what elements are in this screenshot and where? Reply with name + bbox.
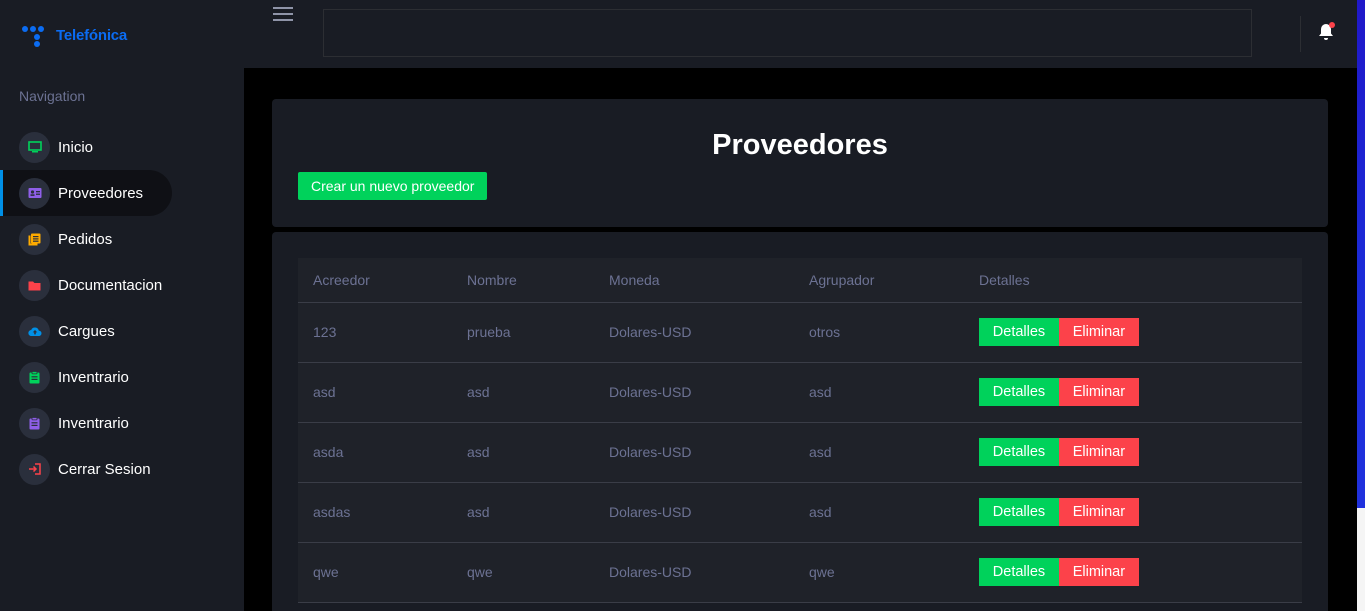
sidebar-item-label: Inicio — [58, 138, 94, 156]
sidebar-item-proveedores[interactable]: Proveedores — [0, 170, 172, 216]
sidebar-item-label: Proveedores — [58, 184, 144, 202]
cell-nombre: asd — [452, 422, 594, 483]
sidebar-item-label: Cerrar Sesion — [58, 460, 151, 478]
providers-table: Acreedor Nombre Moneda Agrupador Detalle… — [298, 258, 1302, 603]
details-button[interactable]: Detalles — [979, 318, 1059, 346]
monitor-icon — [19, 131, 50, 163]
delete-button[interactable]: Eliminar — [1058, 318, 1139, 346]
telefonica-logo[interactable]: Telefónica — [22, 22, 127, 48]
table-header-row: Acreedor Nombre Moneda Agrupador Detalle… — [298, 258, 1302, 303]
cell-moneda: Dolares-USD — [594, 302, 794, 363]
cell-actions: Detalles Eliminar — [964, 362, 1302, 423]
details-button[interactable]: Detalles — [979, 558, 1059, 586]
delete-button[interactable]: Eliminar — [1058, 498, 1139, 526]
cell-moneda: Dolares-USD — [594, 542, 794, 603]
sidebar-item-label: Inventrario — [58, 368, 129, 386]
table-row: qwe qwe Dolares-USD qwe Detalles Elimina… — [298, 542, 1302, 603]
cell-actions: Detalles Eliminar — [964, 302, 1302, 363]
page-title: Proveedores — [712, 129, 888, 161]
table-row: asda asd Dolares-USD asd Detalles Elimin… — [298, 422, 1302, 483]
details-button[interactable]: Detalles — [979, 498, 1059, 526]
cell-agrupador: asd — [794, 422, 964, 483]
column-header-acreedor: Acreedor — [298, 258, 452, 303]
cell-actions: Detalles Eliminar — [964, 542, 1302, 603]
details-button[interactable]: Detalles — [979, 438, 1059, 466]
delete-button[interactable]: Eliminar — [1058, 438, 1139, 466]
cell-nombre: asd — [452, 482, 594, 543]
table-row: asd asd Dolares-USD asd Detalles Elimina… — [298, 362, 1302, 423]
cell-actions: Detalles Eliminar — [964, 482, 1302, 543]
sidebar-item-label: Cargues — [58, 322, 115, 340]
sidebar-item-label: Inventrario — [58, 414, 129, 432]
sidebar-item-documentacion[interactable]: Documentacion — [0, 262, 244, 308]
column-header-nombre: Nombre — [452, 258, 594, 303]
sidebar-item-inicio[interactable]: Inicio — [0, 124, 244, 170]
sidebar-item-inventrario-2[interactable]: Inventrario — [0, 400, 244, 446]
window-edge-light — [1357, 508, 1365, 611]
telefonica-logo-icon — [22, 23, 52, 47]
cell-moneda: Dolares-USD — [594, 422, 794, 483]
column-header-agrupador: Agrupador — [794, 258, 964, 303]
providers-table-card: Acreedor Nombre Moneda Agrupador Detalle… — [272, 232, 1328, 611]
column-header-detalles: Detalles — [964, 258, 1302, 303]
cell-agrupador: asd — [794, 482, 964, 543]
cell-nombre: asd — [452, 362, 594, 423]
cell-agrupador: asd — [794, 362, 964, 423]
create-provider-button[interactable]: Crear un nuevo proveedor — [298, 172, 488, 200]
cell-acreedor: asdas — [298, 482, 452, 543]
sidebar-item-pedidos[interactable]: Pedidos — [0, 216, 244, 262]
navbar-divider — [1300, 16, 1301, 52]
brand-name: Telefónica — [56, 26, 128, 44]
details-button[interactable]: Detalles — [979, 378, 1059, 406]
cell-acreedor: asda — [298, 422, 452, 483]
id-card-icon — [19, 177, 50, 209]
sidebar: Telefónica Navigation Inicio Proveedores… — [0, 0, 244, 611]
cell-agrupador: qwe — [794, 542, 964, 603]
folder-icon — [19, 269, 50, 301]
cell-acreedor: asd — [298, 362, 452, 423]
cell-agrupador: otros — [794, 302, 964, 363]
hamburger-menu-icon[interactable] — [273, 7, 293, 23]
delete-button[interactable]: Eliminar — [1058, 558, 1139, 586]
notification-dot — [1329, 22, 1335, 28]
cell-moneda: Dolares-USD — [594, 362, 794, 423]
sidebar-item-label: Pedidos — [58, 230, 113, 248]
cell-moneda: Dolares-USD — [594, 482, 794, 543]
sidebar-item-label: Documentacion — [58, 276, 163, 294]
delete-button[interactable]: Eliminar — [1058, 378, 1139, 406]
cell-actions: Detalles Eliminar — [964, 422, 1302, 483]
logout-icon — [19, 453, 50, 485]
nav-caption: Navigation — [19, 88, 86, 104]
sidebar-item-cargues[interactable]: Cargues — [0, 308, 244, 354]
table-row: 123 prueba Dolares-USD otros Detalles El… — [298, 302, 1302, 363]
clipboard-icon — [19, 407, 50, 439]
sidebar-item-inventrario[interactable]: Inventrario — [0, 354, 244, 400]
cloud-upload-icon — [19, 315, 50, 347]
cell-acreedor: qwe — [298, 542, 452, 603]
clipboard-icon — [19, 361, 50, 393]
cell-acreedor: 123 — [298, 302, 452, 363]
cell-nombre: qwe — [452, 542, 594, 603]
sidebar-item-cerrar-sesion[interactable]: Cerrar Sesion — [0, 446, 244, 492]
table-row: asdas asd Dolares-USD asd Detalles Elimi… — [298, 482, 1302, 543]
search-input[interactable] — [323, 9, 1252, 57]
page-header-card: Proveedores Crear un nuevo proveedor — [272, 99, 1328, 227]
column-header-moneda: Moneda — [594, 258, 794, 303]
cell-nombre: prueba — [452, 302, 594, 363]
documents-icon — [19, 223, 50, 255]
